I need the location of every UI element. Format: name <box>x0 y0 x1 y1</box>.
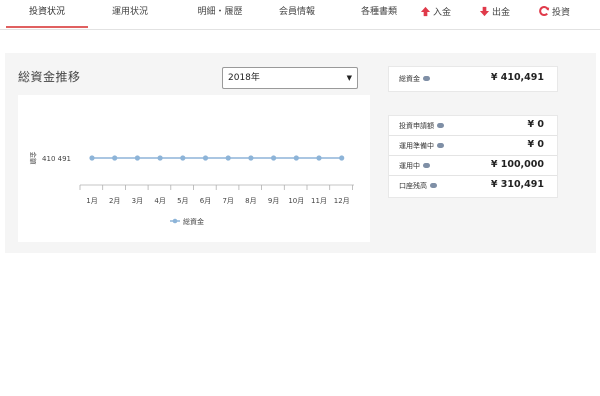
y-axis-label: 金額 <box>29 152 38 166</box>
total-funds-value: ¥ 410,491 <box>490 72 544 83</box>
total-funds-row: 総資金 ¥ 410,491 <box>389 69 557 91</box>
comment-icon[interactable] <box>423 163 430 168</box>
data-point[interactable] <box>134 155 140 161</box>
x-tick-label: 9月 <box>268 197 279 205</box>
total-funds-label-text: 総資金 <box>399 75 420 83</box>
x-tick-label: 4月 <box>154 197 165 205</box>
y-tick-label: 410 491 <box>42 155 71 163</box>
data-point[interactable] <box>112 155 118 161</box>
breakdown-label-text: 運用準備中 <box>399 142 434 150</box>
legend-marker <box>172 218 178 224</box>
data-point[interactable] <box>339 155 345 161</box>
breakdown-label: 口座残高 <box>399 181 437 191</box>
x-tick-label: 5月 <box>177 197 188 205</box>
data-point[interactable] <box>89 155 95 161</box>
data-point[interactable] <box>180 155 186 161</box>
breakdown-row: 運用準備中 ¥ 0 <box>389 136 557 156</box>
breakdown-label: 運用準備中 <box>399 141 444 151</box>
breakdown-value: ¥ 100,000 <box>490 159 544 170</box>
x-tick-label: 1月 <box>86 197 97 205</box>
x-tick-label: 12月 <box>334 197 350 205</box>
total-funds-chart: 金額 410 491 1月 2月 3月 4月 5月 6月 7月 8月 9月 10月 11月 12月 総… <box>18 95 370 242</box>
total-funds-label: 総資金 <box>399 74 430 84</box>
x-tick-label: 7月 <box>222 197 233 205</box>
data-point[interactable] <box>271 155 277 161</box>
breakdown-label-text: 運用中 <box>399 162 420 170</box>
data-point[interactable] <box>248 155 254 161</box>
breakdown-label: 運用中 <box>399 161 430 171</box>
breakdown-value: ¥ 310,491 <box>490 179 544 190</box>
data-point[interactable] <box>293 155 299 161</box>
data-point[interactable] <box>202 155 209 161</box>
breakdown-row: 運用中 ¥ 100,000 <box>389 156 557 176</box>
breakdown-row: 口座残高 ¥ 310,491 <box>389 176 557 196</box>
data-point[interactable] <box>157 155 163 161</box>
breakdown-label-text: 投資申請額 <box>399 122 434 130</box>
comment-icon[interactable] <box>423 76 430 81</box>
x-tick-label: 10月 <box>288 197 304 205</box>
breakdown-value: ¥ 0 <box>527 119 544 130</box>
data-point[interactable] <box>316 155 322 161</box>
x-tick-label: 8月 <box>245 197 256 205</box>
breakdown-value: ¥ 0 <box>527 139 544 150</box>
legend-label: 総資金 <box>183 217 204 226</box>
comment-icon[interactable] <box>437 123 444 128</box>
breakdown-card: 投資申請額 ¥ 0 運用準備中 ¥ 0 運用中 ¥ 100,000 口座残高 ¥… <box>388 115 558 198</box>
x-tick-label: 11月 <box>311 197 327 205</box>
breakdown-label-text: 口座残高 <box>399 182 427 190</box>
data-point[interactable] <box>225 155 231 161</box>
comment-icon[interactable] <box>437 143 444 148</box>
total-funds-card: 総資金 ¥ 410,491 <box>388 66 558 92</box>
breakdown-row: 投資申請額 ¥ 0 <box>389 116 557 136</box>
breakdown-label: 投資申請額 <box>399 121 444 131</box>
x-tick-label: 2月 <box>109 197 120 205</box>
comment-icon[interactable] <box>430 183 437 188</box>
x-tick-label: 6月 <box>200 197 211 205</box>
x-tick-label: 3月 <box>132 197 143 205</box>
